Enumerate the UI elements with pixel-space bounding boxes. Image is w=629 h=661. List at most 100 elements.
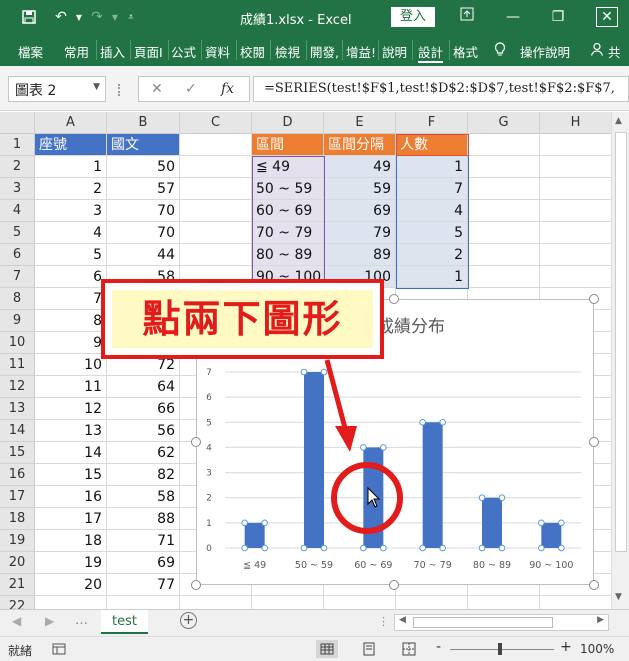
cell[interactable]: [35, 596, 107, 609]
zoom-in-button[interactable]: +: [560, 639, 572, 655]
undo-icon[interactable]: ↶: [52, 8, 70, 26]
row-header[interactable]: 3: [0, 178, 35, 200]
table-cell[interactable]: 16: [35, 486, 107, 508]
chart-bar[interactable]: [304, 372, 324, 548]
tab-file[interactable]: 檔案: [18, 42, 43, 61]
minimize-icon[interactable]: —: [502, 6, 524, 28]
table-header-cell[interactable]: 座號: [35, 134, 107, 156]
zoom-slider-track[interactable]: [450, 649, 554, 650]
sheet-tab-test[interactable]: test: [101, 610, 148, 634]
table-cell[interactable]: 12: [35, 398, 107, 420]
resize-handle[interactable]: [589, 580, 599, 590]
row-header[interactable]: 18: [0, 508, 35, 530]
table-cell[interactable]: 56: [107, 420, 180, 442]
ribbon-display-icon[interactable]: [456, 6, 478, 28]
cell[interactable]: [468, 178, 540, 200]
table-cell[interactable]: 14: [35, 442, 107, 464]
column-header-d[interactable]: D: [252, 112, 324, 134]
close-icon[interactable]: ✕: [596, 7, 618, 27]
resize-handle[interactable]: [191, 437, 201, 447]
freq-cell[interactable]: 60 ~ 69: [252, 200, 324, 222]
table-cell[interactable]: 50: [107, 156, 180, 178]
cell[interactable]: [540, 596, 611, 609]
tab-data[interactable]: 資料: [205, 42, 230, 61]
column-header-g[interactable]: G: [468, 112, 540, 134]
zoom-level[interactable]: 100%: [580, 642, 614, 656]
cell[interactable]: [468, 156, 540, 178]
table-cell[interactable]: 20: [35, 574, 107, 596]
cell[interactable]: [180, 222, 252, 244]
table-cell[interactable]: 10: [35, 354, 107, 376]
zoom-slider-thumb[interactable]: [498, 643, 502, 655]
freq-cell[interactable]: 69: [324, 200, 396, 222]
cell[interactable]: [540, 200, 611, 222]
table-cell[interactable]: 88: [107, 508, 180, 530]
formula-input[interactable]: =SERIES(test!$F$1,test!$D$2:$D$7,test!$F…: [253, 76, 629, 102]
sheet-next-icon[interactable]: ▶: [45, 614, 54, 628]
table-cell[interactable]: 44: [107, 244, 180, 266]
cell[interactable]: [180, 244, 252, 266]
tab-page-layout[interactable]: 頁面I: [134, 42, 163, 61]
table-cell[interactable]: 70: [107, 222, 180, 244]
cell[interactable]: [540, 134, 611, 156]
freq-cell[interactable]: 1: [396, 266, 468, 288]
resize-handle[interactable]: [589, 294, 599, 304]
table-cell[interactable]: 1: [35, 156, 107, 178]
row-header[interactable]: 21: [0, 574, 35, 596]
column-header-h[interactable]: H: [540, 112, 611, 134]
freq-cell[interactable]: 1: [396, 156, 468, 178]
table-cell[interactable]: 18: [35, 530, 107, 552]
column-header-c[interactable]: C: [180, 112, 252, 134]
cell[interactable]: [252, 596, 324, 609]
row-header[interactable]: 16: [0, 464, 35, 486]
table-cell[interactable]: 11: [35, 376, 107, 398]
cell[interactable]: [540, 222, 611, 244]
cell[interactable]: [180, 178, 252, 200]
customize-icon[interactable]: ⩡: [122, 8, 140, 26]
freq-cell[interactable]: 80 ~ 89: [252, 244, 324, 266]
table-cell[interactable]: 17: [35, 508, 107, 530]
chart-bar[interactable]: [541, 522, 562, 548]
table-cell[interactable]: 62: [107, 442, 180, 464]
sheet-prev-icon[interactable]: ◀: [12, 614, 21, 628]
freq-cell[interactable]: 5: [396, 222, 468, 244]
vertical-scrollbar[interactable]: ▲ ▼: [611, 112, 629, 609]
cancel-icon[interactable]: ✕: [151, 81, 163, 97]
chart-bar[interactable]: [422, 422, 443, 548]
cell[interactable]: [324, 596, 396, 609]
freq-cell[interactable]: 49: [324, 156, 396, 178]
table-cell[interactable]: 2: [35, 178, 107, 200]
ellipsis-icon[interactable]: …: [75, 613, 88, 628]
cell[interactable]: [540, 156, 611, 178]
table-header-cell[interactable]: 國文: [107, 134, 180, 156]
lightbulb-icon[interactable]: [494, 42, 506, 60]
table-cell[interactable]: 4: [35, 222, 107, 244]
chart-bar[interactable]: [482, 497, 502, 548]
table-cell[interactable]: 9: [35, 332, 107, 354]
table-cell[interactable]: 7: [35, 288, 107, 310]
row-header[interactable]: 8: [0, 288, 35, 310]
row-header[interactable]: 6: [0, 244, 35, 266]
freq-cell[interactable]: 4: [396, 200, 468, 222]
tab-format[interactable]: 格式: [453, 42, 478, 61]
table-cell[interactable]: 70: [107, 200, 180, 222]
plus-circle-icon[interactable]: +: [180, 612, 197, 629]
row-header[interactable]: 5: [0, 222, 35, 244]
scroll-up-icon[interactable]: ▲: [615, 116, 622, 126]
resize-handle[interactable]: [589, 437, 599, 447]
cell[interactable]: [468, 244, 540, 266]
cell[interactable]: [107, 596, 180, 609]
freq-header-cell[interactable]: 區間分隔: [324, 134, 396, 156]
freq-header-cell[interactable]: 區間: [252, 134, 324, 156]
user-icon[interactable]: [590, 42, 604, 59]
row-header[interactable]: 15: [0, 442, 35, 464]
column-header-e[interactable]: E: [324, 112, 396, 134]
freq-cell[interactable]: 89: [324, 244, 396, 266]
table-cell[interactable]: 13: [35, 420, 107, 442]
table-cell[interactable]: 69: [107, 552, 180, 574]
resize-handle[interactable]: [389, 294, 399, 304]
chevron-down-icon[interactable]: ▼: [93, 82, 100, 92]
table-cell[interactable]: 77: [107, 574, 180, 596]
tab-design[interactable]: 設計: [418, 42, 444, 63]
cell[interactable]: [180, 200, 252, 222]
